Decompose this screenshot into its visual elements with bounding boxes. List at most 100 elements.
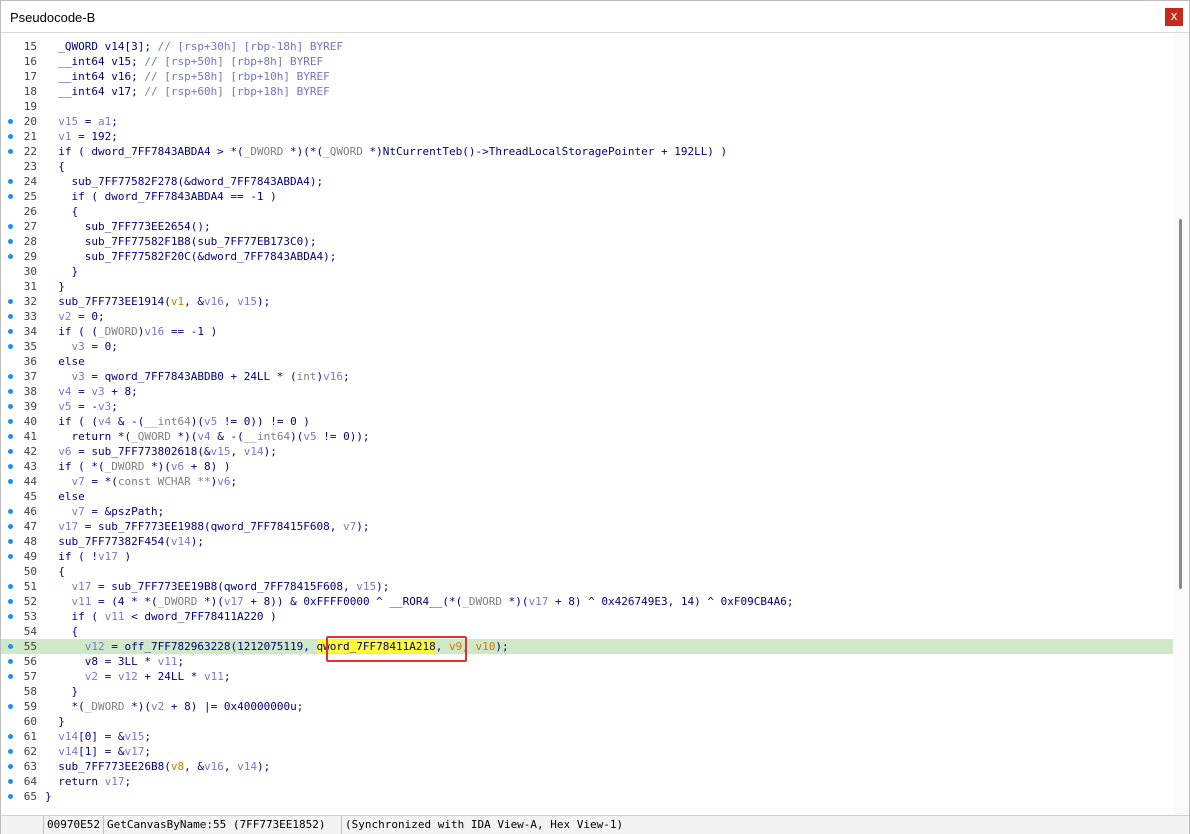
breakpoint-dot-icon[interactable] (8, 599, 13, 604)
code-token[interactable]: *)( (197, 595, 224, 608)
code-line[interactable]: 51 v17 = sub_7FF773EE19B8(qword_7FF78415… (1, 579, 1173, 594)
code-token[interactable]: return *( (45, 430, 131, 443)
code-line[interactable]: 29 sub_7FF77582F20C(&dword_7FF7843ABDA4)… (1, 249, 1173, 264)
code-token[interactable]: sub_7FF77582F20C(&dword_7FF7843ABDA4); (45, 250, 337, 263)
code-token[interactable]: v17 (529, 595, 549, 608)
code-line[interactable]: 27 sub_7FF773EE2654(); (1, 219, 1173, 234)
breakpoint-dot-icon[interactable] (8, 644, 13, 649)
code-line[interactable]: 25 if ( dword_7FF7843ABDA4 == -1 ) (1, 189, 1173, 204)
code-token[interactable]: v3 (98, 400, 111, 413)
code-text[interactable]: v3 = qword_7FF7843ABDB0 + 24LL * (int)v1… (45, 369, 350, 384)
breakpoint-dot-icon[interactable] (8, 509, 13, 514)
breakpoint-dot-icon[interactable] (8, 659, 13, 664)
code-text[interactable]: } (45, 789, 52, 804)
code-line[interactable]: 65} (1, 789, 1173, 804)
code-text[interactable]: v17 = sub_7FF773EE1988(qword_7FF78415F60… (45, 519, 369, 534)
breakpoint-dot-icon[interactable] (8, 314, 13, 319)
code-token[interactable]: // [rsp+58h] [rbp+10h] BYREF (144, 70, 329, 83)
breakpoint-dot-icon[interactable] (8, 554, 13, 559)
breakpoint-dot-icon[interactable] (8, 374, 13, 379)
code-text[interactable]: v14[1] = &v17; (45, 744, 151, 759)
code-token[interactable]: } (45, 265, 78, 278)
code-token[interactable]: ; (177, 655, 184, 668)
code-token[interactable]: __int64 v17; (45, 85, 144, 98)
breakpoint-dot-icon[interactable] (8, 134, 13, 139)
code-token[interactable]: + 8) |= 0x40000000u; (164, 700, 303, 713)
code-text[interactable]: if ( dword_7FF7843ABDA4 > *(_DWORD *)(*(… (45, 144, 727, 159)
code-token[interactable]: { (45, 205, 78, 218)
breakpoint-dot-icon[interactable] (8, 614, 13, 619)
code-text[interactable]: v11 = (4 * *(_DWORD *)(v17 + 8)) & 0xFFF… (45, 594, 794, 609)
code-line[interactable]: 32 sub_7FF773EE1914(v1, &v16, v15); (1, 294, 1173, 309)
code-token[interactable]: ; (224, 670, 231, 683)
code-token[interactable] (45, 595, 72, 608)
code-token[interactable]: v6 (217, 475, 230, 488)
code-text[interactable]: } (45, 714, 65, 729)
scrollbar-thumb[interactable] (1179, 219, 1182, 589)
code-line[interactable]: 42 v6 = sub_7FF773802618(&v15, v14); (1, 444, 1173, 459)
code-token[interactable]: *)( (171, 430, 197, 443)
code-line[interactable]: 39 v5 = -v3; (1, 399, 1173, 414)
code-line[interactable]: 52 v11 = (4 * *(_DWORD *)(v17 + 8)) & 0x… (1, 594, 1173, 609)
code-text[interactable]: __int64 v17; // [rsp+60h] [rbp+18h] BYRE… (45, 84, 330, 99)
code-line[interactable]: 45 else (1, 489, 1173, 504)
code-text[interactable]: v6 = sub_7FF773802618(&v15, v14); (45, 444, 277, 459)
code-line[interactable]: 60 } (1, 714, 1173, 729)
code-token[interactable]: return (45, 775, 105, 788)
code-token[interactable]: v15 (124, 730, 144, 743)
code-token[interactable]: v17 (72, 580, 92, 593)
code-token[interactable]: v14 (244, 445, 264, 458)
code-token[interactable] (45, 505, 72, 518)
code-token[interactable]: *( (45, 700, 84, 713)
code-token[interactable]: v2 (85, 670, 98, 683)
code-line[interactable]: 50 { (1, 564, 1173, 579)
code-token[interactable]: if ( dword_7FF7843ABDA4 == -1 ) (45, 190, 276, 203)
code-token[interactable]: v7 (72, 475, 85, 488)
code-token[interactable]: if ( *( (45, 460, 104, 473)
code-token[interactable]: = qword_7FF7843ABDB0 + 24LL * ( (85, 370, 296, 383)
code-token[interactable]: v14 (58, 745, 78, 758)
close-button[interactable]: x (1165, 8, 1183, 26)
code-text[interactable]: else (45, 489, 85, 504)
code-line[interactable]: 19 (1, 99, 1173, 114)
code-text[interactable]: __int64 v16; // [rsp+58h] [rbp+10h] BYRE… (45, 69, 330, 84)
code-token[interactable]: ); (376, 580, 389, 593)
code-line[interactable]: 40 if ( (v4 & -(__int64)(v5 != 0)) != 0 … (1, 414, 1173, 429)
code-token[interactable]: ); (495, 640, 508, 653)
code-token[interactable]: ; (144, 730, 151, 743)
breakpoint-dot-icon[interactable] (8, 194, 13, 199)
code-token[interactable]: v12 (118, 670, 138, 683)
code-token[interactable]: sub_7FF77582F278(&dword_7FF7843ABDA4); (45, 175, 323, 188)
code-token[interactable]: _DWORD (158, 595, 198, 608)
code-token[interactable]: = - (72, 400, 98, 413)
code-token[interactable] (45, 400, 58, 413)
breakpoint-dot-icon[interactable] (8, 749, 13, 754)
code-token[interactable]: ); (356, 520, 369, 533)
code-token[interactable]: ; (343, 370, 350, 383)
code-token[interactable]: } (45, 280, 65, 293)
code-token[interactable]: v12 (85, 640, 105, 653)
breakpoint-dot-icon[interactable] (8, 704, 13, 709)
code-token[interactable]: sub_7FF773EE1914( (45, 295, 171, 308)
breakpoint-dot-icon[interactable] (8, 179, 13, 184)
code-token[interactable]: *)( (125, 700, 151, 713)
code-line[interactable]: 33 v2 = 0; (1, 309, 1173, 324)
code-token[interactable]: == -1 ) (164, 325, 217, 338)
code-text[interactable]: sub_7FF77382F454(v14); (45, 534, 204, 549)
code-text[interactable]: if ( (_DWORD)v16 == -1 ) (45, 324, 217, 339)
breakpoint-dot-icon[interactable] (8, 254, 13, 259)
code-token[interactable]: v15 (58, 115, 78, 128)
code-token[interactable]: = &pszPath; (85, 505, 164, 518)
code-token[interactable]: + 24LL * (138, 670, 204, 683)
vertical-scrollbar[interactable] (1173, 34, 1189, 815)
code-token[interactable]: + 8) ) (184, 460, 231, 473)
code-text[interactable]: v5 = -v3; (45, 399, 118, 414)
code-token[interactable] (45, 445, 58, 458)
code-token[interactable]: v5 (204, 415, 217, 428)
code-token[interactable]: ; (144, 745, 151, 758)
code-token[interactable]: v14 (171, 535, 191, 548)
code-token[interactable]: v4 (98, 415, 111, 428)
code-token[interactable] (45, 670, 85, 683)
code-text[interactable]: v7 = *(const WCHAR **)v6; (45, 474, 238, 489)
code-token[interactable] (45, 385, 58, 398)
